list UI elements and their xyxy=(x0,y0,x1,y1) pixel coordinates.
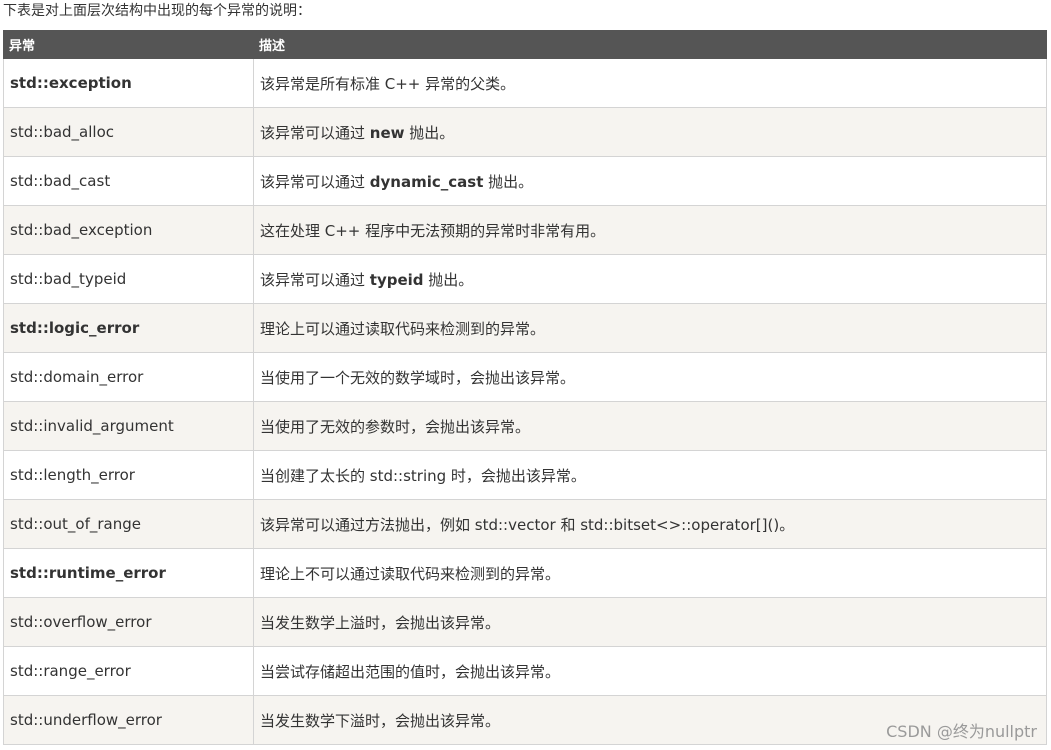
exception-description-cell: 理论上可以通过读取代码来检测到的异常。 xyxy=(253,303,1047,353)
description-text: 抛出。 xyxy=(404,123,455,142)
description-text: 该异常可以通过 xyxy=(260,172,370,191)
header-exception: 异常 xyxy=(3,30,254,59)
table-row: std::bad_typeid 该异常可以通过 typeid 抛出。 xyxy=(3,254,1047,304)
table-body: std::exception 该异常是所有标准 C++ 异常的父类。std::ba… xyxy=(3,58,1047,745)
table-row: std::exception 该异常是所有标准 C++ 异常的父类。 xyxy=(3,58,1047,108)
exception-table-container: 异常 描述 std::exception 该异常是所有标准 C++ 异常的父类。 s… xyxy=(3,30,1047,745)
description-text: 当尝试存储超出范围的值时，会抛出该异常。 xyxy=(260,662,561,681)
table-row: std::overflow_error 当发生数学上溢时，会抛出该异常。 xyxy=(3,597,1047,647)
exception-description-cell: 当使用了一个无效的数学域时，会抛出该异常。 xyxy=(253,352,1047,402)
exception-name-cell: std::bad_cast xyxy=(3,156,254,206)
exception-description-cell: 当使用了无效的参数时，会抛出该异常。 xyxy=(253,401,1047,451)
description-text: 抛出。 xyxy=(483,172,534,191)
exception-name-cell: std::invalid_argument xyxy=(3,401,254,451)
description-text: 该异常可以通过 xyxy=(260,123,370,142)
description-keyword: new xyxy=(369,123,405,142)
exception-name-cell: std::logic_error xyxy=(3,303,254,353)
description-keyword: typeid xyxy=(369,270,424,289)
exception-name-cell: std::domain_error xyxy=(3,352,254,402)
description-text: 理论上不可以通过读取代码来检测到的异常。 xyxy=(260,564,561,583)
intro-text: 下表是对上面层次结构中出现的每个异常的说明： xyxy=(3,3,311,19)
description-text: 该异常可以通过方法抛出，例如 std::vector 和 std::bitset… xyxy=(260,515,795,534)
exception-name-cell: std::runtime_error xyxy=(3,548,254,598)
exception-name-cell: std::bad_alloc xyxy=(3,107,254,157)
exception-name-cell: std::out_of_range xyxy=(3,499,254,549)
exception-table: 异常 描述 std::exception 该异常是所有标准 C++ 异常的父类。 s… xyxy=(3,30,1047,745)
exception-description-cell: 该异常是所有标准 C++ 异常的父类。 xyxy=(253,58,1047,108)
table-row: std::out_of_range 该异常可以通过方法抛出，例如 std::vec… xyxy=(3,499,1047,549)
exception-name-cell: std::range_error xyxy=(3,646,254,696)
exception-name-cell: std::underflow_error xyxy=(3,695,254,745)
exception-description-cell: 当发生数学上溢时，会抛出该异常。 xyxy=(253,597,1047,647)
exception-name-cell: std::exception xyxy=(3,58,254,108)
exception-name-cell: std::overflow_error xyxy=(3,597,254,647)
table-row: std::bad_cast 该异常可以通过 dynamic_cast 抛出。 xyxy=(3,156,1047,206)
exception-description-cell: 这在处理 C++ 程序中无法预期的异常时非常有用。 xyxy=(253,205,1047,255)
description-keyword: dynamic_cast xyxy=(369,172,484,191)
exception-name-cell: std::length_error xyxy=(3,450,254,500)
exception-description-cell: 当创建了太长的 std::string 时，会抛出该异常。 xyxy=(253,450,1047,500)
exception-description-cell: 理论上不可以通过读取代码来检测到的异常。 xyxy=(253,548,1047,598)
description-text: 当发生数学上溢时，会抛出该异常。 xyxy=(260,613,501,632)
exception-name-cell: std::bad_typeid xyxy=(3,254,254,304)
description-text: 这在处理 C++ 程序中无法预期的异常时非常有用。 xyxy=(260,221,606,240)
table-row: std::length_error 当创建了太长的 std::string 时，会… xyxy=(3,450,1047,500)
table-row: std::domain_error 当使用了一个无效的数学域时，会抛出该异常。 xyxy=(3,352,1047,402)
exception-description-cell: 该异常可以通过 typeid 抛出。 xyxy=(253,254,1047,304)
description-text: 当创建了太长的 std::string 时，会抛出该异常。 xyxy=(260,466,586,485)
table-row: std::bad_alloc 该异常可以通过 new 抛出。 xyxy=(3,107,1047,157)
table-row: std::invalid_argument 当使用了无效的参数时，会抛出该异常。 xyxy=(3,401,1047,451)
exception-description-cell: 该异常可以通过 new 抛出。 xyxy=(253,107,1047,157)
table-header-row: 异常 描述 xyxy=(3,30,1047,59)
description-text: 当发生数学下溢时，会抛出该异常。 xyxy=(260,711,501,730)
table-row: std::logic_error 理论上可以通过读取代码来检测到的异常。 xyxy=(3,303,1047,353)
description-text: 当使用了一个无效的数学域时，会抛出该异常。 xyxy=(260,368,576,387)
table-row: std::range_error 当尝试存储超出范围的值时，会抛出该异常。 xyxy=(3,646,1047,696)
csdn-watermark: CSDN @终为nullptr xyxy=(886,722,1037,741)
description-text: 理论上可以通过读取代码来检测到的异常。 xyxy=(260,319,546,338)
description-text: 当使用了无效的参数时，会抛出该异常。 xyxy=(260,417,531,436)
exception-description-cell: 当尝试存储超出范围的值时，会抛出该异常。 xyxy=(253,646,1047,696)
description-text: 抛出。 xyxy=(423,270,474,289)
header-description: 描述 xyxy=(253,30,1047,59)
exception-name-cell: std::bad_exception xyxy=(3,205,254,255)
table-row: std::bad_exception 这在处理 C++ 程序中无法预期的异常时非常… xyxy=(3,205,1047,255)
description-text: 该异常可以通过 xyxy=(260,270,370,289)
exception-description-cell: 该异常可以通过 dynamic_cast 抛出。 xyxy=(253,156,1047,206)
exception-description-cell: 该异常可以通过方法抛出，例如 std::vector 和 std::bitset… xyxy=(253,499,1047,549)
description-text: 该异常是所有标准 C++ 异常的父类。 xyxy=(260,74,516,93)
table-row: std::runtime_error 理论上不可以通过读取代码来检测到的异常。 xyxy=(3,548,1047,598)
